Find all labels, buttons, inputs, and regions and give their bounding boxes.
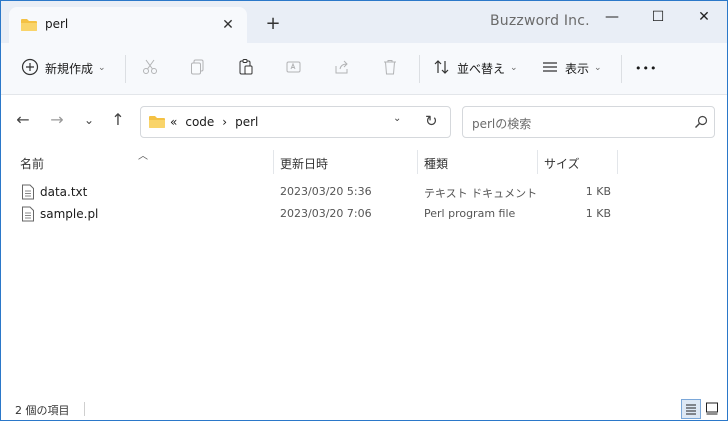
tab-title: perl — [45, 17, 69, 31]
more-button[interactable]: ••• — [635, 56, 657, 80]
large-icons-view-icon — [706, 402, 718, 415]
details-view-button[interactable] — [681, 399, 701, 419]
address-row: ← → ⌄ ↑ « code › perl ⌄ ↻ perlの検索 — [1, 96, 727, 144]
search-icon[interactable] — [693, 114, 709, 133]
text-file-icon — [21, 184, 35, 203]
close-icon[interactable]: ✕ — [689, 7, 719, 27]
large-icons-view-button[interactable] — [703, 399, 723, 419]
column-divider[interactable] — [417, 150, 418, 174]
delete-button[interactable] — [381, 56, 405, 80]
copy-button[interactable] — [189, 56, 213, 80]
view-icon — [541, 58, 561, 78]
explorer-window: perl ✕ + Buzzword Inc. — ☐ ✕ 新規作成 ⌄ 並べ替え… — [0, 0, 728, 421]
file-name: sample.pl — [40, 207, 99, 221]
status-bar: 2 個の項目 — [1, 397, 727, 420]
refresh-icon[interactable]: ↻ — [425, 112, 438, 130]
sort-icon — [433, 58, 453, 78]
details-view-icon — [686, 404, 696, 415]
up-icon[interactable]: ↑ — [108, 110, 128, 130]
rename-button[interactable] — [285, 56, 309, 80]
file-modified: 2023/03/20 5:36 — [280, 185, 372, 198]
file-modified: 2023/03/20 7:06 — [280, 207, 372, 220]
sort-label: 並べ替え — [457, 61, 506, 76]
share-button[interactable] — [333, 56, 357, 80]
divider — [84, 402, 85, 416]
minimize-icon[interactable]: — — [597, 7, 627, 27]
breadcrumb: « code › perl — [170, 115, 258, 129]
recent-locations-icon[interactable]: ⌄ — [79, 110, 99, 130]
title-bar: perl ✕ + Buzzword Inc. — ☐ ✕ — [1, 1, 727, 43]
chevron-down-icon: ⌄ — [594, 63, 602, 73]
file-type: テキスト ドキュメント — [424, 187, 538, 200]
cut-button[interactable] — [141, 56, 165, 80]
file-icon — [21, 206, 35, 225]
folder-icon — [20, 17, 38, 36]
brand-text: Buzzword Inc. — [490, 13, 590, 29]
new-tab-icon[interactable]: + — [263, 15, 283, 35]
file-type: Perl program file — [424, 207, 516, 220]
more-icon: ••• — [635, 61, 658, 75]
share-icon — [333, 58, 353, 78]
chevron-down-icon[interactable]: ⌄ — [393, 113, 401, 124]
maximize-icon[interactable]: ☐ — [643, 7, 673, 27]
column-divider[interactable] — [537, 150, 538, 174]
column-name[interactable]: 名前 — [20, 155, 44, 172]
breadcrumb-item-code[interactable]: code — [185, 115, 214, 129]
column-header: ︿ 名前 更新日時 種類 サイズ — [1, 144, 727, 178]
plus-circle-icon — [21, 58, 41, 78]
sort-ascending-icon: ︿ — [138, 151, 148, 162]
sort-button[interactable]: 並べ替え ⌄ — [433, 56, 518, 80]
cut-icon — [141, 58, 161, 78]
view-button[interactable]: 表示 ⌄ — [541, 56, 602, 80]
divider — [125, 55, 126, 83]
search-input[interactable]: perlの検索 — [472, 115, 531, 132]
forward-icon[interactable]: → — [47, 110, 67, 130]
tab-perl[interactable]: perl ✕ — [9, 7, 247, 43]
close-tab-icon[interactable]: ✕ — [219, 16, 237, 34]
paste-button[interactable] — [237, 56, 261, 80]
folder-icon — [148, 114, 166, 133]
command-bar: 新規作成 ⌄ 並べ替え ⌄ 表示 ⌄ ••• — [1, 43, 727, 95]
item-count: 2 個の項目 — [15, 404, 70, 417]
paste-icon — [237, 58, 257, 78]
back-icon[interactable]: ← — [13, 110, 33, 130]
new-label: 新規作成 — [45, 61, 94, 76]
breadcrumb-overflow[interactable]: « — [170, 115, 177, 129]
breadcrumb-item-perl[interactable]: perl — [235, 115, 258, 129]
column-modified[interactable]: 更新日時 — [280, 155, 328, 172]
divider — [621, 55, 622, 83]
file-size: 1 KB — [585, 185, 611, 198]
view-label: 表示 — [565, 61, 590, 76]
column-divider[interactable] — [617, 150, 618, 174]
file-size: 1 KB — [585, 207, 611, 220]
search-box[interactable]: perlの検索 — [462, 106, 715, 138]
chevron-down-icon: ⌄ — [98, 63, 106, 73]
breadcrumb-separator[interactable]: › — [222, 115, 227, 129]
column-type[interactable]: 種類 — [424, 155, 448, 172]
divider — [419, 55, 420, 83]
file-name: data.txt — [40, 185, 88, 199]
address-bar[interactable]: « code › perl ⌄ ↻ — [140, 106, 451, 138]
list-item[interactable]: sample.pl 2023/03/20 7:06 Perl program f… — [1, 203, 727, 225]
column-size[interactable]: サイズ — [544, 155, 580, 172]
rename-icon — [285, 58, 305, 78]
new-button[interactable]: 新規作成 ⌄ — [21, 56, 106, 80]
delete-icon — [381, 58, 401, 78]
column-divider[interactable] — [273, 150, 274, 174]
list-item[interactable]: data.txt 2023/03/20 5:36 テキスト ドキュメント 1 K… — [1, 181, 727, 203]
chevron-down-icon: ⌄ — [510, 63, 518, 73]
copy-icon — [189, 58, 209, 78]
